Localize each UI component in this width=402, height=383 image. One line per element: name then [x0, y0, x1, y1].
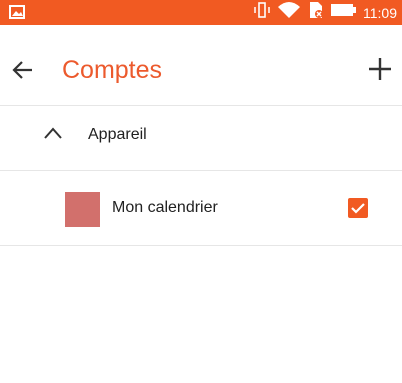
vibrate-icon: [253, 2, 271, 23]
calendar-color-swatch: [65, 192, 100, 227]
arrow-left-icon[interactable]: [12, 61, 34, 84]
plus-icon[interactable]: [368, 57, 392, 86]
image-icon: [9, 5, 25, 24]
section-header-appareil[interactable]: Appareil: [0, 106, 402, 168]
status-time: 11:09: [363, 4, 397, 21]
chevron-up-icon[interactable]: [43, 126, 63, 145]
battery-icon: [331, 3, 357, 22]
sim-icon: [307, 1, 325, 24]
section-label: Appareil: [88, 126, 147, 143]
page-title: Comptes: [62, 56, 163, 84]
wifi-icon: [277, 1, 301, 24]
checkmark-icon: [351, 203, 365, 214]
list-item[interactable]: Mon calendrier: [0, 170, 402, 246]
account-label: Mon calendrier: [112, 199, 218, 216]
status-bar: 11:09: [0, 0, 402, 25]
account-checkbox[interactable]: [348, 198, 368, 218]
toolbar: Comptes: [0, 25, 402, 106]
